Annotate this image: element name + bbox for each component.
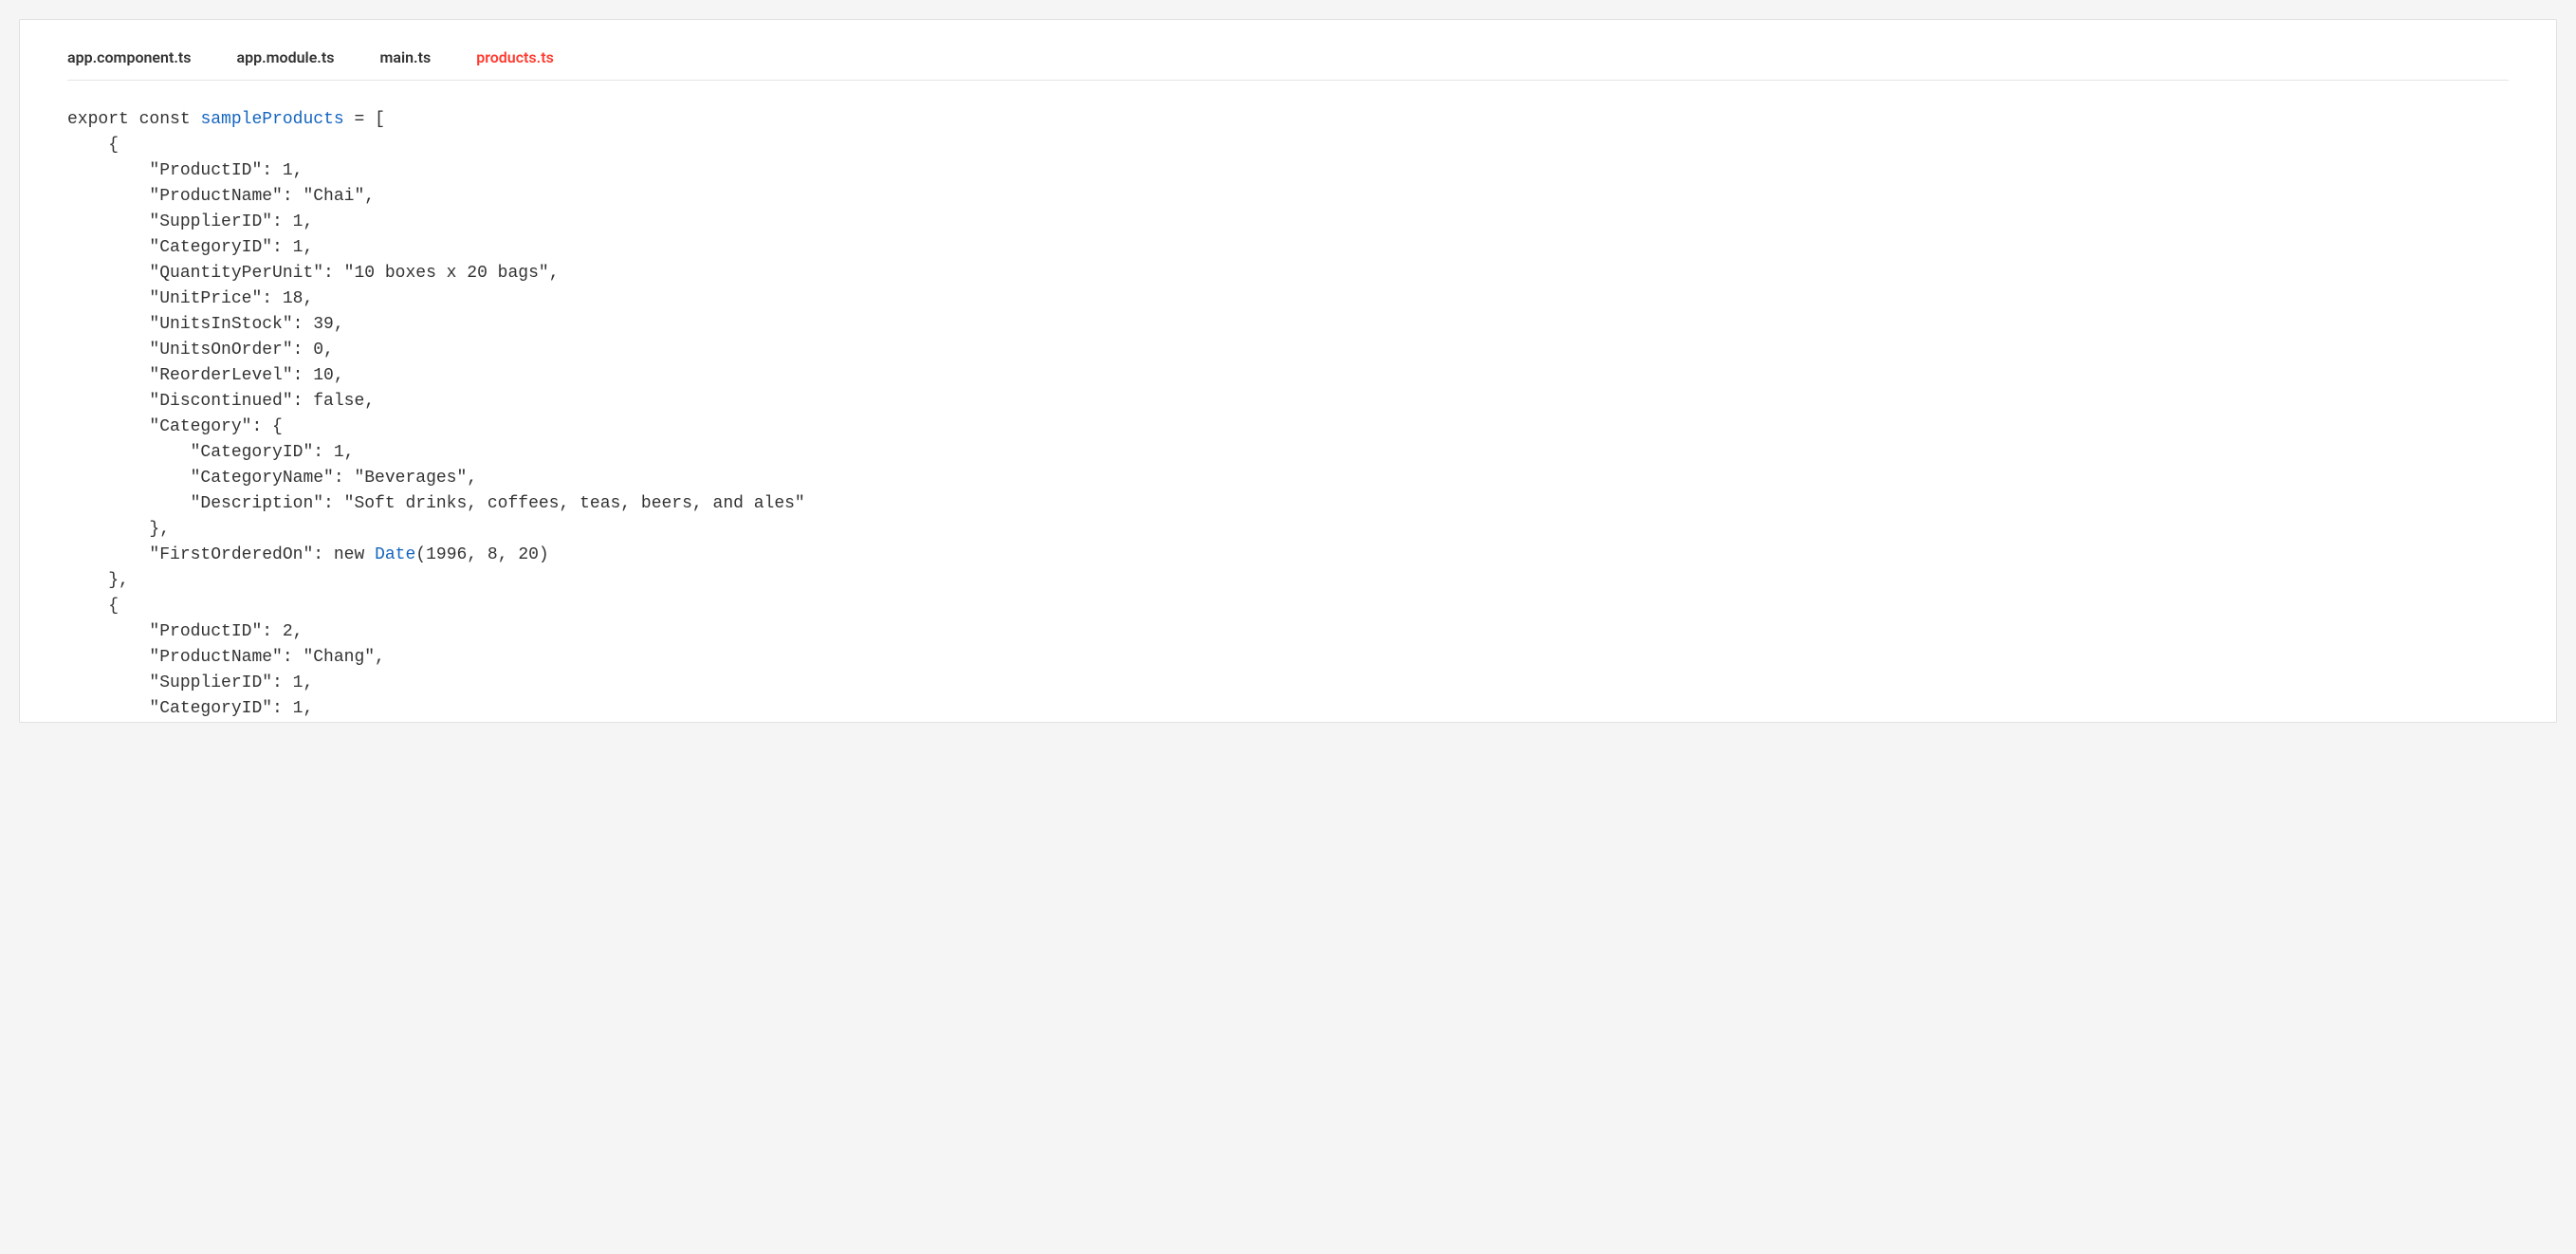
code-token: {: [108, 597, 119, 616]
tab-main[interactable]: main.ts: [379, 48, 431, 66]
code-token: "CategoryID": 1,: [149, 238, 313, 257]
code-token: "UnitPrice": 18,: [149, 289, 313, 308]
code-token: sampleProducts: [200, 110, 343, 129]
code-token: "Category": {: [149, 417, 282, 436]
code-token: "ProductID": 2,: [149, 622, 303, 641]
code-token: },: [108, 571, 129, 590]
code-token: (1996, 8, 20): [415, 545, 548, 564]
code-token: "Discontinued": false,: [149, 392, 375, 411]
code-token: = [: [344, 110, 385, 129]
code-token: {: [108, 136, 119, 155]
code-token: const: [139, 110, 191, 129]
tab-products[interactable]: products.ts: [476, 48, 554, 66]
code-panel: app.component.ts app.module.ts main.ts p…: [19, 19, 2557, 723]
code-token: },: [149, 520, 170, 539]
code-token: export: [67, 110, 129, 129]
code-token: "ReorderLevel": 10,: [149, 366, 343, 385]
code-token: Date: [375, 545, 415, 564]
code-viewer: export const sampleProducts = [ { "Produ…: [67, 107, 2509, 722]
code-token: "ProductName": "Chai",: [149, 187, 375, 206]
code-token: "FirstOrderedOn":: [149, 545, 333, 564]
code-token: "UnitsInStock": 39,: [149, 315, 343, 334]
code-token: "CategoryID": 1,: [191, 443, 355, 462]
code-token: "ProductID": 1,: [149, 161, 303, 180]
tab-app-module[interactable]: app.module.ts: [237, 48, 335, 66]
code-token: "SupplierID": 1,: [149, 212, 313, 231]
code-token: "SupplierID": 1,: [149, 673, 313, 692]
code-token: "CategoryName": "Beverages",: [191, 469, 477, 488]
code-token: "Description": "Soft drinks, coffees, te…: [191, 494, 805, 513]
code-token: "UnitsOnOrder": 0,: [149, 341, 333, 360]
code-token: "CategoryID": 1,: [149, 699, 313, 718]
tab-app-component[interactable]: app.component.ts: [67, 48, 192, 66]
code-token: "ProductName": "Chang",: [149, 648, 384, 667]
code-token: new: [334, 545, 364, 564]
file-tabs: app.component.ts app.module.ts main.ts p…: [67, 48, 2509, 81]
code-token: "QuantityPerUnit": "10 boxes x 20 bags",: [149, 264, 559, 283]
